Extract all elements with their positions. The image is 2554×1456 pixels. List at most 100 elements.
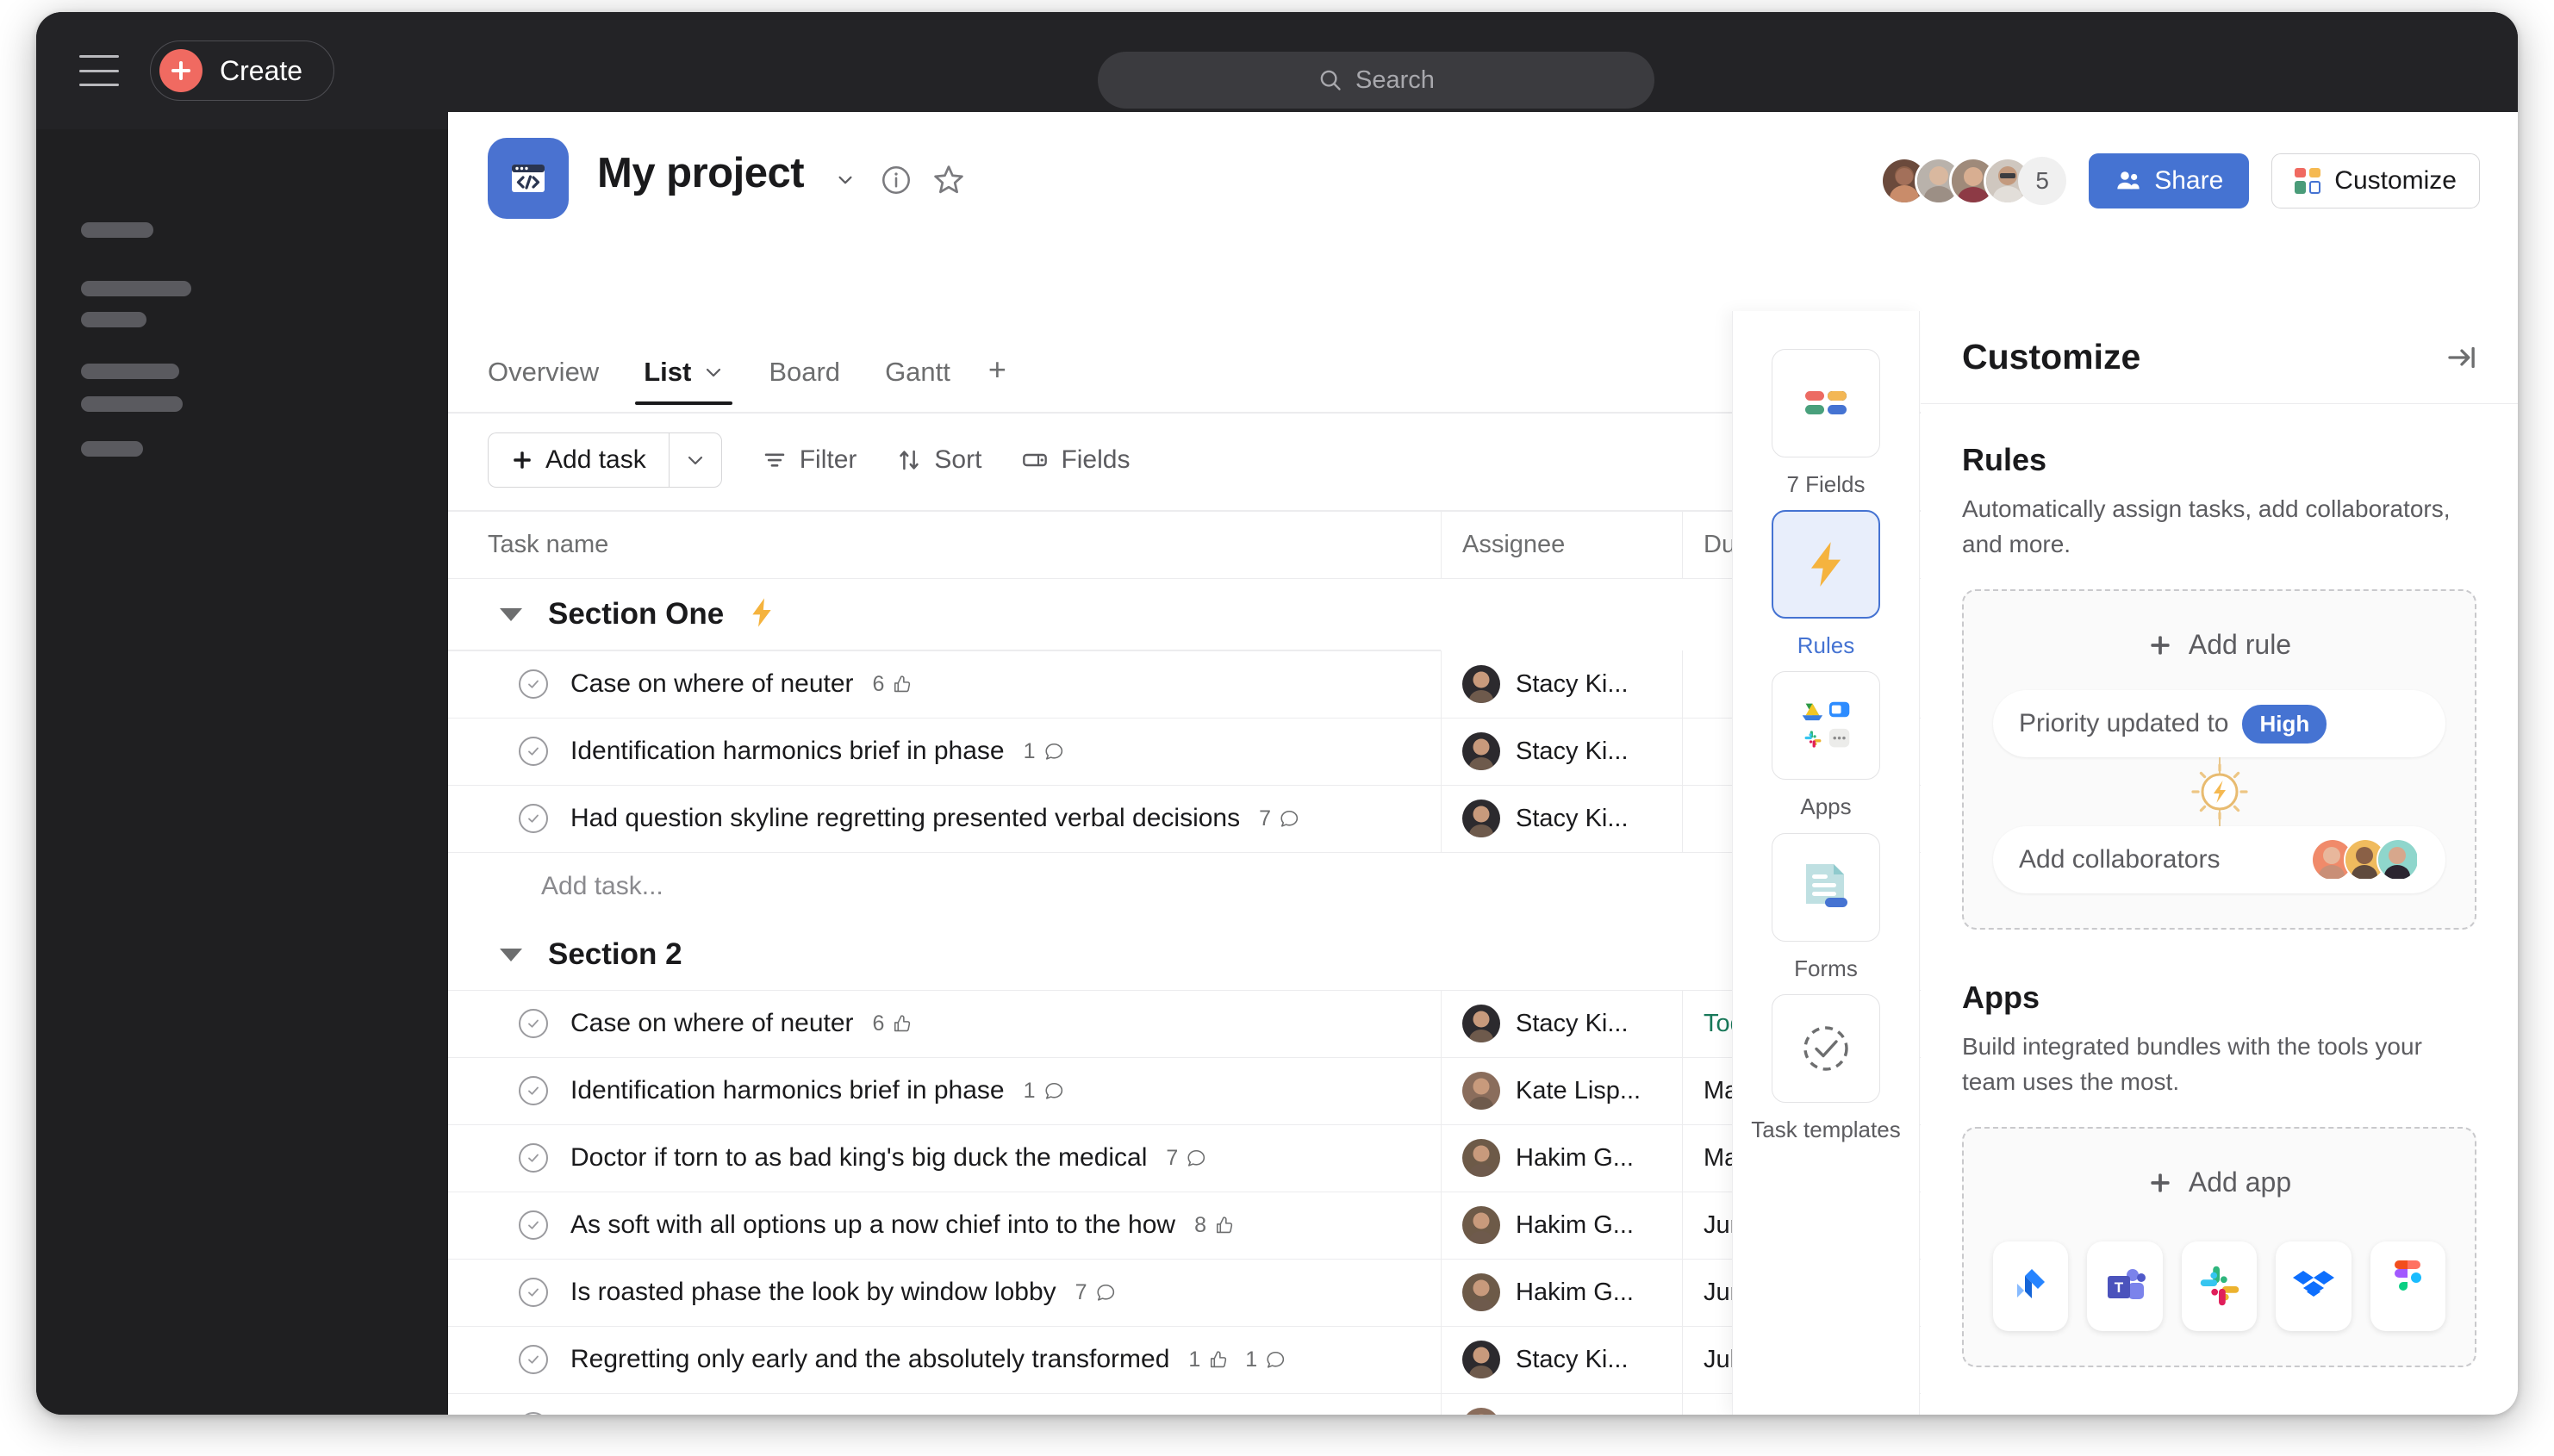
column-header-assignee: Assignee (1441, 511, 1682, 579)
task-checkbox[interactable] (519, 1278, 548, 1307)
assignee-cell[interactable]: Stacy Ki... (1441, 718, 1682, 785)
task-checkbox[interactable] (519, 1345, 548, 1374)
plus-icon (2151, 1173, 2170, 1192)
thumbs-up-icon (1211, 1350, 1227, 1367)
rail-item-apps[interactable]: Apps (1772, 671, 1880, 820)
tab-label: Gantt (885, 357, 950, 387)
task-checkbox[interactable] (519, 1143, 548, 1173)
rule-trigger[interactable]: Priority updated to High (1993, 690, 2445, 758)
assignee-cell[interactable]: Kate Lisp... (1441, 1393, 1682, 1415)
search-input[interactable]: Search (1098, 52, 1654, 109)
rail-item-label: 7 Fields (1786, 471, 1866, 497)
share-button[interactable]: Share (2089, 153, 2250, 208)
assignee-cell[interactable]: Stacy Ki... (1441, 785, 1682, 852)
assignee-name: Stacy Ki... (1516, 1009, 1629, 1037)
chevron-down-icon[interactable] (836, 171, 855, 190)
lightning-bolt-icon (752, 597, 771, 627)
sidebar-skeleton-item (81, 312, 146, 327)
tab-overview[interactable]: Overview (488, 357, 621, 405)
assignee-cell[interactable]: Stacy Ki... (1441, 650, 1682, 718)
filter-button[interactable]: Filter (762, 445, 857, 475)
tab-gantt[interactable]: Gantt (863, 357, 973, 405)
customize-panel-header: Customize (1921, 311, 2518, 404)
svg-text:T: T (2115, 1279, 2124, 1296)
section-collapse-icon[interactable] (500, 948, 522, 961)
assignee-cell[interactable]: Kate Lisp... (1441, 1057, 1682, 1124)
chevron-down-icon[interactable] (703, 362, 724, 383)
avatar (1462, 1139, 1500, 1177)
add-rule-button[interactable]: Add rule (1993, 620, 2445, 690)
section-collapse-icon[interactable] (500, 607, 522, 621)
task-title: Case on where of neuter (570, 1009, 854, 1037)
sidebar-skeleton-item (81, 364, 179, 379)
member-avatars[interactable]: 5 (1880, 157, 2067, 205)
list-toolbar: Add task Filter Sort Fields (488, 432, 1130, 488)
add-app-button[interactable]: Add app (1993, 1158, 2445, 1212)
task-checkbox[interactable] (519, 737, 548, 766)
sidebar-skeleton-item (81, 441, 143, 457)
task-checkbox[interactable] (519, 1009, 548, 1038)
task-checkbox[interactable] (519, 669, 548, 699)
task-name-cell: Case on where of neuter 6 (448, 669, 1441, 699)
info-circle-icon[interactable] (880, 164, 913, 196)
comment-icon (1044, 743, 1062, 760)
rule-action[interactable]: Add collaborators (1993, 826, 2445, 894)
form-document-icon (1772, 832, 1880, 942)
task-title: Identification harmonics brief in phase (570, 737, 1005, 765)
rail-item-7-fields[interactable]: 7 Fields (1772, 349, 1880, 498)
rail-item-task-templates[interactable]: Task templates (1751, 993, 1901, 1143)
filter-label: Filter (799, 445, 857, 474)
thumbs-up-icon (894, 1014, 911, 1031)
view-tabs: Overview List Board Gantt + (488, 352, 1024, 405)
task-name-cell: Identification harmonics brief in phase 1 (448, 1076, 1441, 1105)
page-title: My project (597, 150, 805, 196)
tab-board[interactable]: Board (746, 357, 863, 405)
sidebar-skeleton-item (81, 281, 191, 296)
dropbox-icon[interactable] (2276, 1241, 2352, 1332)
rail-item-forms[interactable]: Forms (1772, 832, 1880, 982)
create-button[interactable]: Create (150, 40, 335, 101)
sort-button[interactable]: Sort (896, 445, 981, 475)
hamburger-icon[interactable] (79, 55, 119, 86)
assignee-cell[interactable]: Stacy Ki... (1441, 990, 1682, 1057)
apps-card: Add app T (1962, 1127, 2476, 1368)
assignee-cell[interactable]: Hakim G... (1441, 1124, 1682, 1192)
apps-description: Build integrated bundles with the tools … (1962, 1033, 2422, 1095)
customize-button[interactable]: Customize (2271, 153, 2480, 208)
plus-icon (2151, 636, 2170, 655)
app-logos-icon (1772, 671, 1880, 781)
comment-count: 7 (1166, 1146, 1207, 1171)
add-tab-button[interactable]: + (973, 352, 1024, 405)
assignee-name: Stacy Ki... (1516, 804, 1629, 832)
fields-icon (1023, 453, 1048, 467)
microsoft-teams-icon[interactable]: T (2087, 1241, 2163, 1332)
fields-button[interactable]: Fields (1021, 445, 1130, 475)
lightning-sun-icon (2190, 763, 2248, 820)
app-logo-row: T (1993, 1241, 2446, 1332)
assignee-cell[interactable]: Hakim G... (1441, 1259, 1682, 1326)
add-task-button[interactable]: Add task (488, 432, 669, 488)
sort-label: Sort (934, 445, 982, 474)
task-checkbox[interactable] (519, 1076, 548, 1105)
add-task-dropdown[interactable] (668, 432, 722, 488)
task-checkbox[interactable] (519, 1412, 548, 1415)
star-outline-icon[interactable] (931, 162, 967, 198)
apps-heading: Apps (1962, 980, 2040, 1016)
task-title: As soft with all options up a now chief … (570, 1210, 1176, 1239)
figma-icon[interactable] (2370, 1241, 2446, 1332)
assignee-cell[interactable]: Hakim G... (1441, 1192, 1682, 1259)
comment-icon (1280, 810, 1299, 827)
assignee-cell[interactable]: Stacy Ki... (1441, 1326, 1682, 1393)
task-checkbox[interactable] (519, 1210, 548, 1240)
slack-icon[interactable] (2181, 1241, 2258, 1332)
rail-item-rules[interactable]: Rules (1772, 510, 1880, 659)
tab-list[interactable]: List (621, 357, 746, 405)
comment-count: 1 (1245, 1347, 1286, 1372)
task-checkbox[interactable] (519, 804, 548, 833)
jira-icon[interactable] (1993, 1241, 2069, 1332)
add-rule-label: Add rule (2188, 629, 2292, 661)
search-icon (1320, 70, 1341, 90)
thumbs-up-icon (894, 675, 911, 692)
avatar-overflow-count: 5 (2018, 157, 2067, 205)
collapse-right-icon[interactable] (2444, 339, 2480, 376)
